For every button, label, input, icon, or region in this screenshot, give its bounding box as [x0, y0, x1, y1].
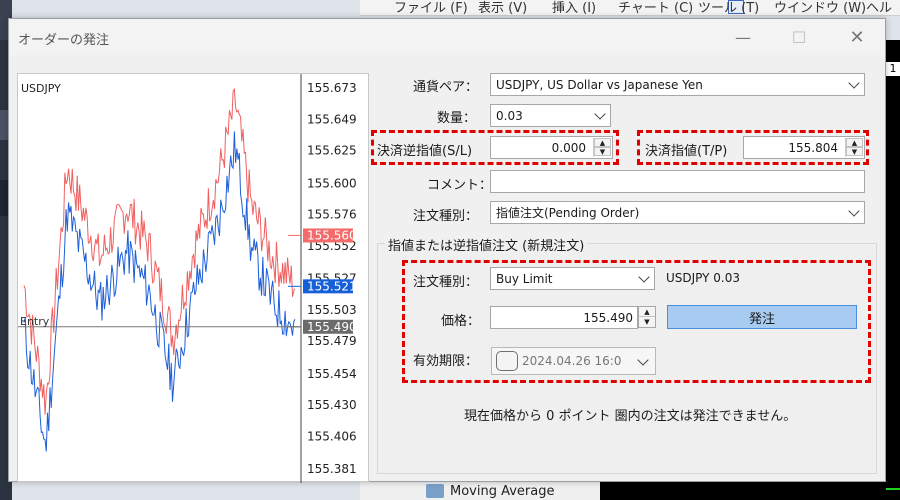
- price-tick-label: 155.503: [307, 303, 357, 317]
- price-tick-label: 155.649: [307, 112, 357, 126]
- entry-label: Entry: [20, 315, 50, 328]
- menu-help[interactable]: ヘル: [866, 0, 892, 16]
- symbol-label: 通貨ペア：: [413, 80, 479, 95]
- price-tick-label: 155.673: [307, 81, 357, 95]
- volume-select[interactable]: 0.03: [490, 104, 611, 127]
- price-tick-label: 155.576: [307, 208, 357, 222]
- price-tick-label: 155.381: [307, 462, 357, 476]
- price-tick-label: 155.430: [307, 398, 357, 412]
- order-type-label: 注文種別：: [413, 209, 479, 224]
- background-menu-bar: ファイル (F) 表示 (V) 挿入 (I) チャート (C) ツール (T) …: [360, 0, 900, 16]
- menu-window[interactable]: ウインドウ (W): [774, 0, 866, 16]
- comment-label: コメント：: [427, 178, 493, 193]
- minimize-button[interactable]: —: [729, 23, 757, 51]
- highlight-tp: [637, 130, 869, 165]
- symbol-value: USDJPY, US Dollar vs Japanese Yen: [496, 77, 703, 92]
- menu-tools[interactable]: ツール (T): [698, 0, 759, 16]
- menu-chart[interactable]: チャート (C): [618, 0, 693, 16]
- price-tick-label: 155.479: [307, 334, 357, 348]
- tick-chart-svg: 155.673 155.649 155.625 155.600 155.576 155.5…: [18, 74, 357, 483]
- symbol-select[interactable]: USDJPY, US Dollar vs Japanese Yen: [490, 73, 865, 96]
- order-dialog: オーダーの発注 — ☐ ✕ 155.673 155.649 155.625 155.6…: [8, 18, 886, 483]
- pending-group-title: 指値または逆指値注文 (新規注文): [385, 235, 588, 254]
- background-chart-strip: 1: [886, 40, 900, 500]
- tick-chart: 155.673 155.649 155.625 155.600 155.576 155.5…: [17, 73, 369, 483]
- menu-view[interactable]: 表示 (V): [478, 0, 527, 16]
- chevron-down-icon: [594, 108, 606, 120]
- title-bar: オーダーの発注 — ☐ ✕: [9, 19, 885, 55]
- background-navigator: Moving Average: [360, 482, 886, 500]
- gray-price-tag-label: 155.490: [307, 320, 357, 334]
- order-type-select[interactable]: 指値注文(Pending Order): [490, 201, 865, 224]
- info-message: 現在価格から 0 ポイント 圏内の注文は発注できません。: [464, 409, 797, 424]
- navigator-item-moving-average[interactable]: Moving Average: [450, 484, 554, 499]
- highlight-sl: [371, 130, 619, 165]
- menu-insert[interactable]: 挿入 (I): [552, 0, 596, 16]
- dialog-title: オーダーの発注: [18, 33, 110, 48]
- chevron-down-icon: [848, 205, 860, 217]
- highlight-pending: [402, 260, 871, 383]
- chevron-down-icon: [848, 77, 860, 89]
- comment-input[interactable]: [490, 170, 865, 193]
- red-price-tag-label: 155.560: [307, 228, 357, 242]
- volume-label: 数量：: [437, 111, 477, 126]
- maximize-button[interactable]: ☐: [785, 23, 813, 51]
- volume-value: 0.03: [496, 108, 523, 123]
- background-tab[interactable]: 1: [886, 62, 900, 76]
- indicator-icon: [426, 484, 444, 498]
- chart-symbol: USDJPY: [21, 82, 61, 95]
- price-tick-label: 155.625: [307, 144, 357, 158]
- blue-price-tag-label: 155.521: [307, 279, 357, 293]
- close-button[interactable]: ✕: [843, 23, 871, 51]
- price-tick-label: 155.406: [307, 429, 357, 443]
- order-type-value: 指値注文(Pending Order): [496, 206, 640, 220]
- price-tick-label: 155.454: [307, 367, 357, 381]
- menu-file[interactable]: ファイル (F): [394, 0, 468, 16]
- price-tick-label: 155.600: [307, 176, 357, 190]
